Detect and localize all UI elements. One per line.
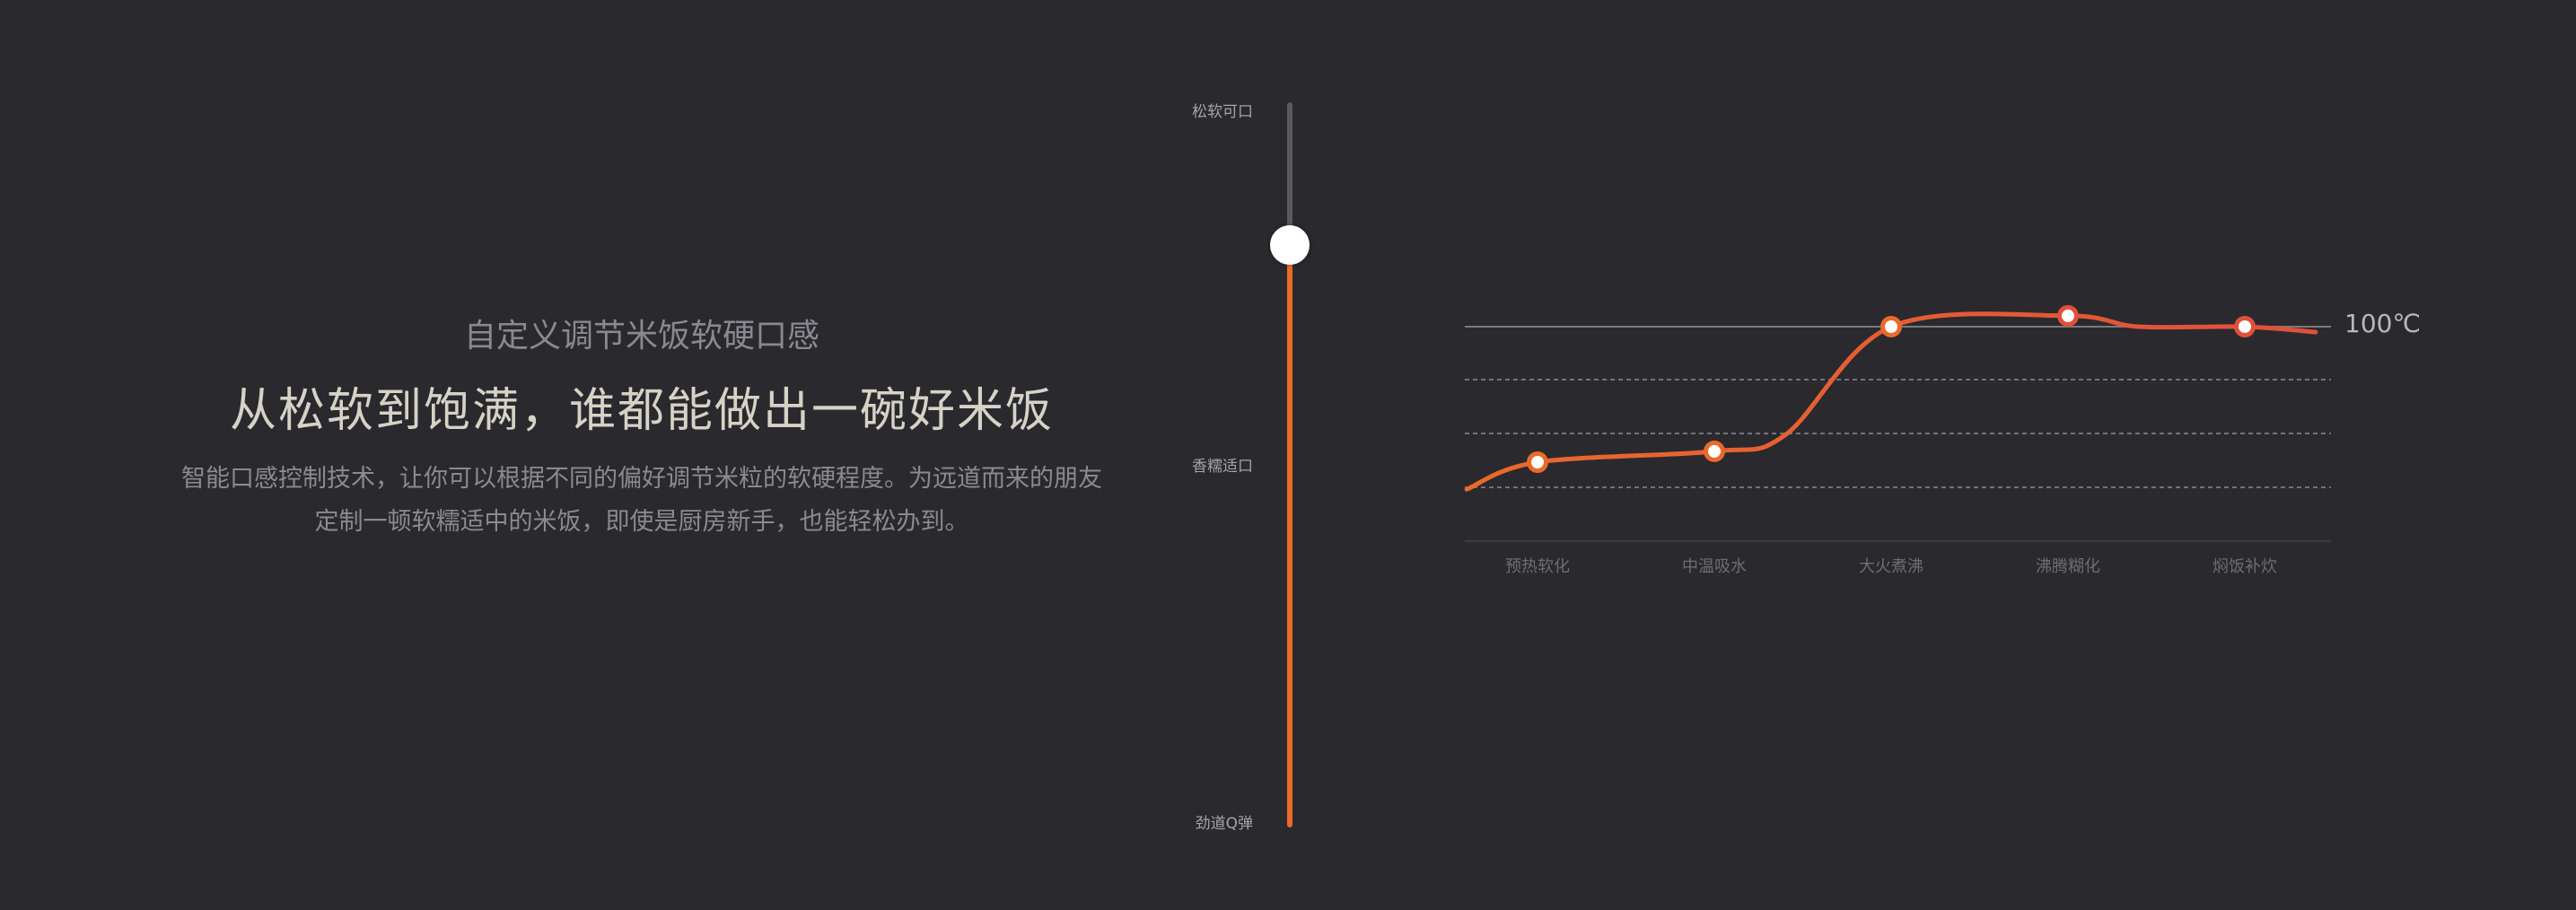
x-tick-label: 焖饭补炊	[2212, 557, 2277, 576]
intro-section: 自定义调节米饭软硬口感 从松软到饱满，谁都能做出一碗好米饭 智能口感控制技术，让…	[0, 0, 1284, 910]
stage-markers	[1527, 304, 2256, 473]
slider-track-filled[interactable]	[1287, 246, 1292, 827]
data-point-marker-center	[1708, 444, 1721, 458]
section-title: 从松软到饱满，谁都能做出一碗好米饭	[229, 384, 1054, 438]
cooking-temperature-chart: 100℃ 预热软化 中温吸水 大火煮沸 沸腾糊化 焖饭补炊	[1464, 304, 2421, 576]
slider-label-medium: 香糯适口	[1192, 458, 1253, 476]
texture-slider[interactable]: 松软可口 香糯适口 劲道Q弹	[1167, 90, 1346, 844]
x-tick-label: 大火煮沸	[1859, 557, 1923, 576]
x-tick-label: 预热软化	[1505, 557, 1570, 576]
data-point-marker-center	[2062, 309, 2074, 322]
stage-tick-labels: 预热软化 中温吸水 大火煮沸 沸腾糊化 焖饭补炊	[1505, 557, 2277, 576]
data-point-marker-center	[2239, 320, 2251, 333]
x-tick-label: 中温吸水	[1682, 557, 1747, 576]
slider-track-unfilled[interactable]	[1287, 102, 1292, 246]
section-subtitle: 自定义调节米饭软硬口感	[463, 318, 819, 354]
description-line-1: 智能口感控制技术，让你可以根据不同的偏好调节米粒的软硬程度。为远道而来的朋友	[181, 465, 1102, 493]
reference-line-label: 100℃	[2344, 309, 2421, 338]
x-tick-label: 沸腾糊化	[2036, 557, 2100, 576]
section-description: 智能口感控制技术，让你可以根据不同的偏好调节米粒的软硬程度。为远道而来的朋友 定…	[0, 458, 1284, 544]
temperature-curve	[1464, 311, 2318, 492]
description-line-2: 定制一顿软糯适中的米饭，即使是厨房新手，也能轻松办到。	[314, 508, 969, 536]
slider-label-soft: 松软可口	[1192, 103, 1253, 121]
slider-label-firm: 劲道Q弹	[1195, 815, 1253, 833]
data-point-marker-center	[1531, 456, 1544, 468]
data-point-marker-center	[1885, 320, 1897, 333]
slider-thumb[interactable]	[1270, 225, 1310, 265]
